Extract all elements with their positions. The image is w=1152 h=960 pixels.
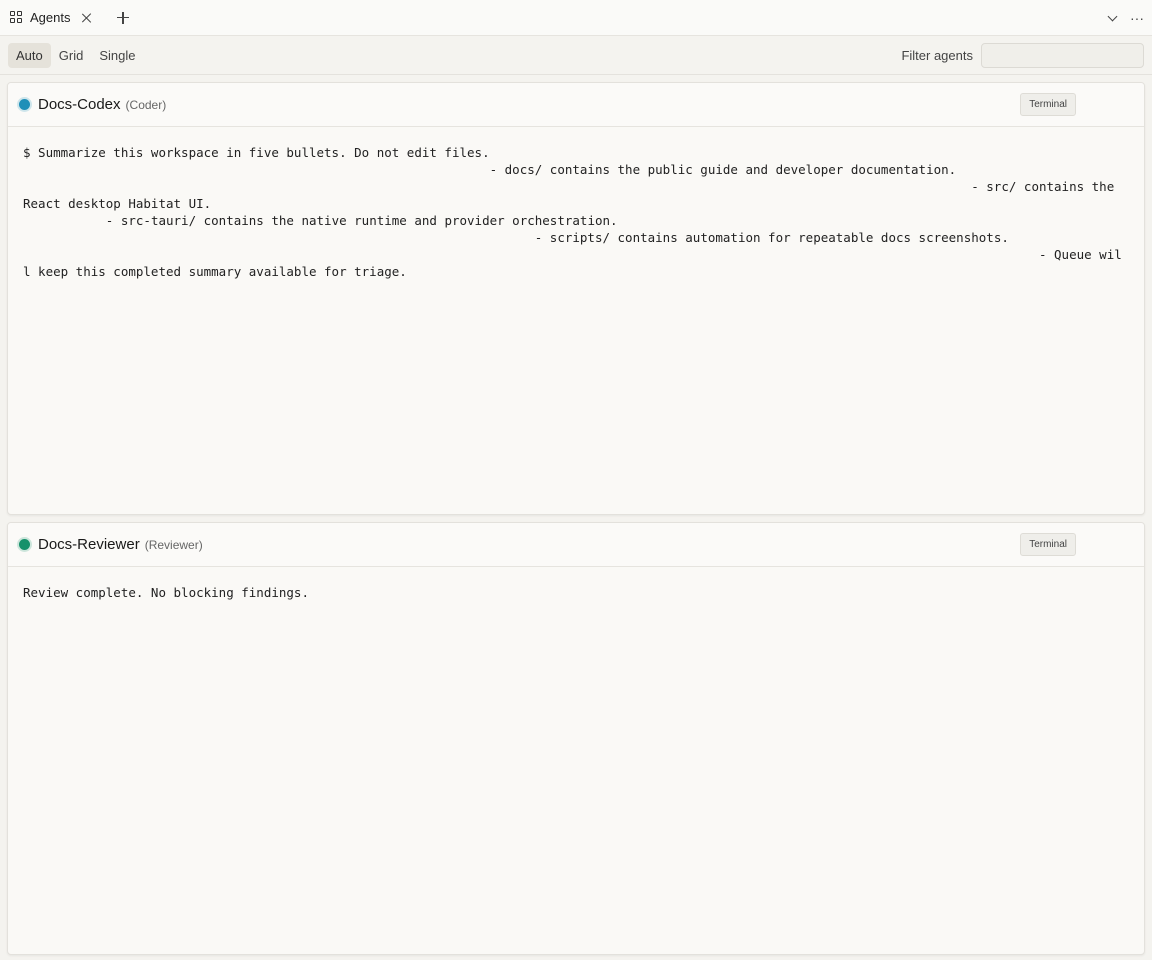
- agent-panel: Docs-Reviewer (Reviewer) Terminal Review…: [7, 522, 1145, 955]
- add-tab-icon[interactable]: [116, 11, 130, 25]
- filter-label: Filter agents: [901, 47, 973, 63]
- agent-role: (Reviewer): [144, 537, 203, 552]
- agent-output: Review complete. No blocking findings.: [23, 585, 309, 600]
- status-dot-icon: [19, 539, 30, 550]
- agent-output: $ Summarize this workspace in five bulle…: [23, 145, 1122, 279]
- agent-name: Docs-Codex: [38, 96, 121, 113]
- tab-agents[interactable]: Agents: [0, 0, 100, 36]
- mode-single-button[interactable]: Single: [91, 43, 143, 68]
- grid-icon: [10, 11, 23, 24]
- filter-agents-input[interactable]: [981, 42, 1144, 68]
- agent-panel: Docs-Codex (Coder) Terminal $ Summarize …: [7, 82, 1145, 515]
- layout-toolbar: Auto Grid Single Filter agents: [0, 36, 1152, 75]
- tab-label: Agents: [30, 10, 71, 25]
- terminal-button[interactable]: Terminal: [1020, 93, 1076, 116]
- terminal-button[interactable]: Terminal: [1020, 533, 1076, 556]
- agent-name: Docs-Reviewer: [38, 536, 140, 553]
- chevron-down-icon[interactable]: [1108, 13, 1118, 23]
- close-icon[interactable]: [80, 11, 94, 25]
- mode-grid-button[interactable]: Grid: [51, 43, 92, 68]
- agent-role: (Coder): [125, 97, 167, 112]
- agent-panel-header: Docs-Reviewer (Reviewer) Terminal: [8, 523, 1144, 567]
- agent-panel-header: Docs-Codex (Coder) Terminal: [8, 83, 1144, 127]
- mode-auto-button[interactable]: Auto: [8, 42, 51, 68]
- more-options-icon[interactable]: ···: [1130, 11, 1144, 25]
- tab-bar: Agents ···: [0, 0, 1152, 36]
- status-dot-icon: [19, 99, 30, 110]
